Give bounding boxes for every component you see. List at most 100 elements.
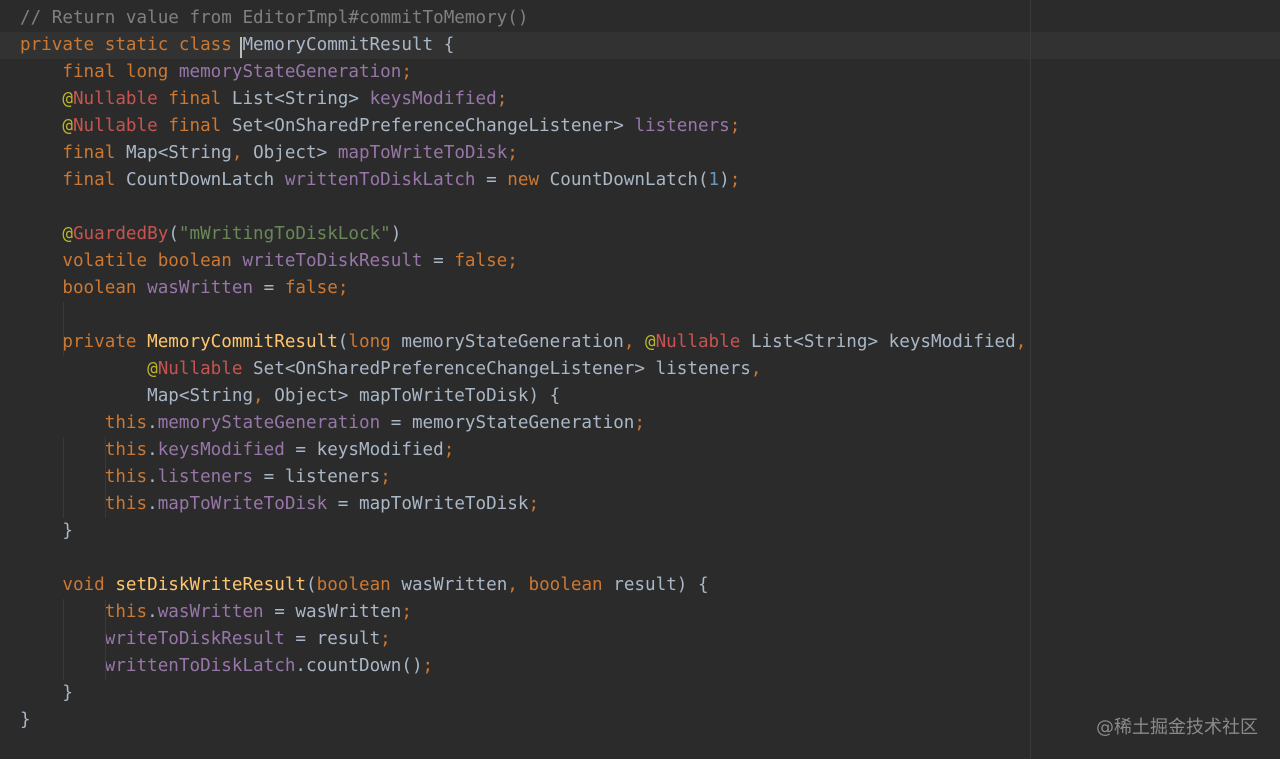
- code-token-kw: false: [284, 278, 338, 298]
- code-token-plain: = keysModified: [295, 440, 444, 460]
- code-token-kw: this: [104, 602, 148, 622]
- code-line[interactable]: [0, 302, 1280, 329]
- indent-guide-line: [105, 599, 106, 680]
- code-line[interactable]: Map<String, Object> mapToWriteToDisk) {: [0, 383, 1280, 410]
- code-token-kw: void: [62, 575, 116, 595]
- code-editor[interactable]: // Return value from EditorImpl#commitTo…: [0, 0, 1280, 759]
- code-token-anno: @: [62, 224, 73, 244]
- code-token-plain: ): [390, 224, 402, 244]
- code-line[interactable]: final Map<String, Object> mapToWriteToDi…: [0, 140, 1280, 167]
- code-line[interactable]: final CountDownLatch writtenToDiskLatch …: [0, 167, 1280, 194]
- code-token-anno-nullable: Nullable: [655, 332, 751, 352]
- code-token-field: mapToWriteToDisk: [337, 143, 508, 163]
- code-token-plain: .countDown(): [295, 656, 423, 676]
- code-token-punc: ,: [1015, 332, 1027, 352]
- code-token-plain: }: [20, 521, 73, 541]
- code-token-plain: CountDownLatch(: [549, 170, 709, 190]
- code-token-plain: (: [306, 575, 317, 595]
- code-token-field: keysModified: [157, 440, 296, 460]
- code-token-plain: = result: [295, 629, 381, 649]
- code-token-punc: ;: [729, 170, 741, 190]
- code-line[interactable]: void setDiskWriteResult(boolean wasWritt…: [0, 572, 1280, 599]
- code-token-plain: (: [168, 224, 179, 244]
- code-line[interactable]: private static class MemoryCommitResult …: [0, 32, 1280, 59]
- code-lines[interactable]: // Return value from EditorImpl#commitTo…: [0, 5, 1280, 734]
- code-line[interactable]: }: [0, 707, 1280, 734]
- code-token-punc: ,: [231, 143, 254, 163]
- code-token-field: listeners: [634, 116, 730, 136]
- code-token-plain: = listeners: [263, 467, 381, 487]
- code-token-punc: ;: [380, 467, 391, 487]
- code-token-plain: Map<String: [125, 143, 232, 163]
- code-token-kw: volatile boolean: [62, 251, 243, 271]
- code-token-kw: long: [348, 332, 402, 352]
- code-line[interactable]: this.memoryStateGeneration = memoryState…: [0, 410, 1280, 437]
- code-line[interactable]: @Nullable final Set<OnSharedPreferenceCh…: [0, 113, 1280, 140]
- code-token-field: mapToWriteToDisk: [157, 494, 338, 514]
- code-token-plain: wasWritten: [401, 575, 508, 595]
- code-line[interactable]: @Nullable final List<String> keysModifie…: [0, 86, 1280, 113]
- code-token-plain: = wasWritten: [274, 602, 402, 622]
- code-token-kw: final: [168, 89, 232, 109]
- code-token-anno: @: [645, 332, 656, 352]
- code-token-comment: // Return value from EditorImpl#commitTo…: [20, 8, 529, 28]
- code-token-number: 1: [708, 170, 720, 190]
- code-token-punc: ;: [401, 62, 412, 82]
- code-line[interactable]: // Return value from EditorImpl#commitTo…: [0, 5, 1280, 32]
- code-token-plain: .: [147, 440, 158, 460]
- code-token-punc: ,: [623, 332, 645, 352]
- code-line[interactable]: }: [0, 518, 1280, 545]
- code-token-punc: ;: [401, 602, 412, 622]
- code-token-punc: ;: [337, 278, 349, 298]
- code-line[interactable]: [0, 194, 1280, 221]
- code-token-plain: ): [719, 170, 730, 190]
- code-token-plain: =: [486, 170, 508, 190]
- code-line[interactable]: }: [0, 680, 1280, 707]
- code-token-anno-nullable: Nullable: [157, 359, 254, 379]
- code-token-field: listeners: [157, 467, 264, 487]
- right-margin-guide: [1030, 0, 1031, 759]
- code-line[interactable]: this.listeners = listeners;: [0, 464, 1280, 491]
- code-line[interactable]: this.wasWritten = wasWritten;: [0, 599, 1280, 626]
- code-token-kw: boolean: [316, 575, 402, 595]
- indent-guide-line: [63, 302, 64, 356]
- code-token-field: memoryStateGeneration: [178, 62, 402, 82]
- code-token-plain: CountDownLatch: [125, 170, 285, 190]
- code-line[interactable]: volatile boolean writeToDiskResult = fal…: [0, 248, 1280, 275]
- code-token-anno: @: [62, 116, 73, 136]
- indent-guide-line: [105, 437, 106, 518]
- code-line[interactable]: writeToDiskResult = result;: [0, 626, 1280, 653]
- code-token-kw: private: [62, 332, 148, 352]
- code-token-plain: = memoryStateGeneration: [390, 413, 635, 433]
- code-token-kw: boolean: [62, 278, 148, 298]
- code-line[interactable]: @GuardedBy("mWritingToDiskLock"): [0, 221, 1280, 248]
- code-line[interactable]: @Nullable Set<OnSharedPreferenceChangeLi…: [0, 356, 1280, 383]
- code-token-punc: ,: [750, 359, 762, 379]
- code-line[interactable]: this.keysModified = keysModified;: [0, 437, 1280, 464]
- code-token-plain: MemoryCommitResult {: [242, 35, 455, 55]
- code-token-field: writeToDiskResult: [104, 629, 296, 649]
- code-token-field: wasWritten: [157, 602, 275, 622]
- code-token-plain: .: [147, 494, 158, 514]
- code-token-plain: Set<OnSharedPreferenceChangeListener> li…: [253, 359, 751, 379]
- code-line[interactable]: boolean wasWritten = false;: [0, 275, 1280, 302]
- code-token-punc: ;: [507, 251, 518, 271]
- code-line[interactable]: writtenToDiskLatch.countDown();: [0, 653, 1280, 680]
- code-token-kw: final: [62, 170, 126, 190]
- code-line[interactable]: final long memoryStateGeneration;: [0, 59, 1280, 86]
- code-token-punc: ;: [729, 116, 741, 136]
- code-token-punc: ;: [496, 89, 508, 109]
- code-token-plain: (: [337, 332, 349, 352]
- code-line[interactable]: private MemoryCommitResult(long memorySt…: [0, 329, 1280, 356]
- code-line[interactable]: this.mapToWriteToDisk = mapToWriteToDisk…: [0, 491, 1280, 518]
- code-token-punc: ;: [634, 413, 645, 433]
- code-token-kw: private static class: [20, 35, 243, 55]
- code-line[interactable]: [0, 545, 1280, 572]
